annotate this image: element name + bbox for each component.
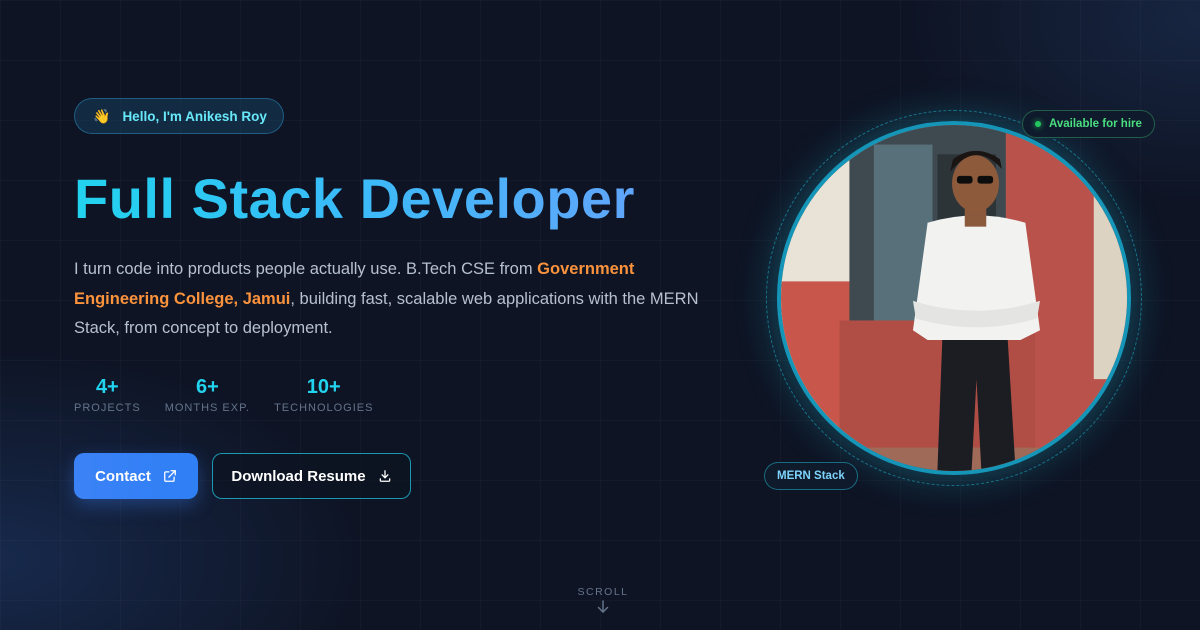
hero-title: Full Stack Developer (74, 167, 635, 230)
download-icon (378, 469, 392, 483)
hero-intro: I turn code into products people actuall… (74, 255, 714, 344)
available-badge-label: Available for hire (1049, 118, 1142, 130)
greeting-pill: 👋 Hello, I'm Anikesh Roy (74, 98, 284, 134)
scroll-indicator[interactable]: SCROLL (570, 586, 636, 617)
stat-label: PROJECTS (74, 402, 141, 414)
contact-button-label: Contact (95, 467, 151, 485)
stat-value: 4+ (95, 376, 119, 398)
waving-hand-icon: 👋 (93, 108, 111, 124)
stat-experience: 6+ MONTHS EXP. (165, 375, 250, 414)
stats-row: 4+ PROJECTS 6+ MONTHS EXP. 10+ TECHNOLOG… (74, 375, 397, 414)
intro-text-start: I turn code into products people actuall… (74, 260, 538, 278)
profile-photo-frame (766, 110, 1142, 486)
scroll-label: SCROLL (577, 586, 629, 598)
arrow-down-icon (597, 600, 609, 617)
stat-value: 10+ (306, 376, 341, 398)
external-link-icon (163, 469, 177, 483)
stat-label: TECHNOLOGIES (274, 402, 374, 414)
download-resume-label: Download Resume (231, 467, 366, 485)
stat-value: 6+ (195, 376, 219, 398)
stat-label: MONTHS EXP. (164, 402, 251, 414)
available-for-hire-badge: Available for hire (1022, 110, 1155, 138)
stat-technologies: 10+ TECHNOLOGIES (274, 375, 373, 414)
profile-photo (777, 121, 1131, 475)
status-dot-icon (1035, 121, 1041, 127)
download-resume-button[interactable]: Download Resume (212, 453, 411, 499)
contact-button[interactable]: Contact (74, 453, 198, 499)
greeting-text: Hello, I'm Anikesh Roy (122, 108, 267, 124)
stack-badge-label: MERN Stack (777, 470, 845, 482)
stat-projects: 4+ PROJECTS (74, 375, 141, 414)
mern-stack-badge: MERN Stack (764, 462, 858, 490)
